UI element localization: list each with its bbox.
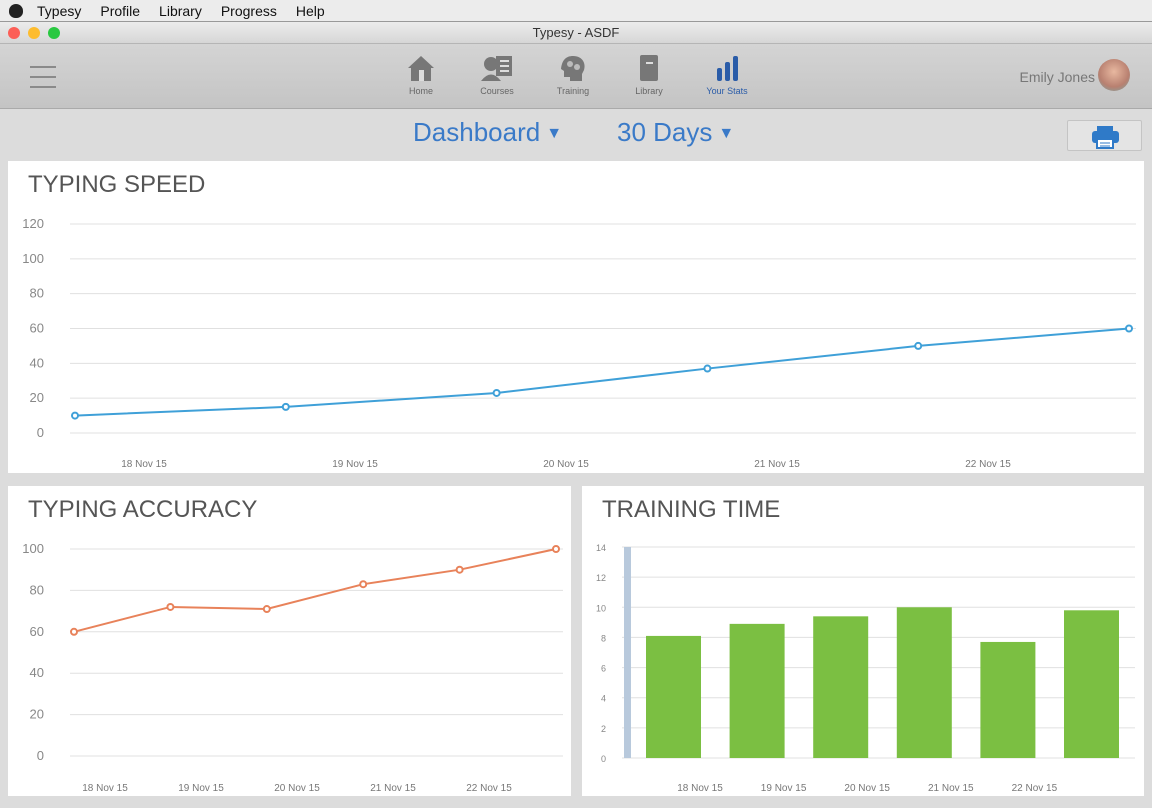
filter-bar: Dashboard ▼ 30 Days ▼ [0, 110, 1152, 156]
y-tick-label: 12 [596, 573, 606, 583]
apple-icon[interactable] [9, 3, 23, 18]
typing-accuracy-panel: TYPING ACCURACY 0 20 40 60 80 100 18 Nov 15 19 … [8, 486, 571, 796]
data-point [914, 341, 923, 350]
typing-accuracy-chart: 0 20 40 60 80 100 18 Nov 15 19 Nov 15 20 Nov 15 2… [22, 541, 563, 794]
x-tick-label: 20 Nov 15 [543, 459, 589, 470]
y-tick-label: 80 [30, 286, 44, 301]
home-icon [408, 56, 434, 81]
caret-down-icon: ▼ [718, 125, 735, 143]
y-tick-label: 100 [22, 251, 44, 266]
menu-bar: Typesy Profile Library Progress Help [0, 0, 1152, 21]
bar [896, 607, 952, 758]
x-tick-label: 21 Nov 15 [370, 783, 416, 794]
menu-profile[interactable]: Profile [100, 3, 140, 19]
x-tick-label: 19 Nov 15 [761, 783, 807, 794]
data-point [455, 565, 464, 574]
nav-your-stats[interactable]: Your Stats [697, 54, 757, 96]
typing-speed-panel: TYPING SPEED 0 20 40 60 80 100 120 18 Nov 15 19 … [8, 161, 1144, 473]
y-tick-label: 80 [30, 582, 44, 597]
bar [1064, 610, 1119, 758]
nav-courses[interactable]: Courses [467, 54, 527, 96]
minimize-button[interactable] [28, 27, 40, 39]
bar [646, 635, 701, 758]
y-tick-label: 14 [596, 543, 606, 553]
y-tick-label: 120 [22, 216, 44, 231]
courses-icon [481, 56, 512, 81]
y-tick-label: 20 [30, 390, 44, 405]
x-tick-label: 21 Nov 15 [928, 783, 974, 794]
y-tick-label: 60 [30, 624, 44, 639]
nav-library[interactable]: Library [619, 54, 679, 96]
y-tick-label: 4 [601, 694, 606, 704]
window-title: Typesy - ASDF [532, 25, 620, 40]
title-bar: Typesy - ASDF [0, 21, 1152, 44]
view-dropdown[interactable]: Dashboard ▼ [413, 117, 562, 148]
x-tick-label: 22 Nov 15 [1012, 783, 1058, 794]
data-point [492, 388, 501, 397]
menu-progress[interactable]: Progress [221, 3, 277, 19]
print-button[interactable] [1067, 120, 1142, 151]
nav-training[interactable]: Training [543, 54, 603, 96]
bar [980, 641, 1036, 758]
data-point [703, 364, 712, 373]
y-tick-label: 2 [601, 724, 606, 734]
printer-icon [1092, 126, 1119, 149]
x-tick-label: 18 Nov 15 [677, 783, 723, 794]
x-tick-label: 21 Nov 15 [754, 459, 800, 470]
nav-home[interactable]: Home [391, 54, 451, 96]
data-point [359, 580, 368, 589]
data-point [262, 605, 271, 614]
book-icon [640, 55, 658, 81]
y-axis-band [624, 547, 631, 758]
y-tick-label: 20 [30, 707, 44, 722]
y-tick-label: 60 [30, 321, 44, 336]
y-tick-label: 0 [601, 754, 606, 764]
x-tick-label: 22 Nov 15 [965, 459, 1011, 470]
y-tick-label: 0 [37, 748, 44, 763]
y-tick-label: 10 [596, 603, 606, 613]
bar [729, 623, 785, 758]
y-tick-label: 6 [601, 664, 606, 674]
menu-help[interactable]: Help [296, 3, 325, 19]
typing-speed-chart: 0 20 40 60 80 100 120 18 Nov 15 19 Nov 15 20 Nov … [22, 216, 1136, 470]
y-tick-label: 0 [37, 425, 44, 440]
data-point [281, 402, 290, 411]
bar [813, 616, 869, 758]
training-time-chart: 0 2 4 6 8 10 12 14 18 Nov 15 19 Nov 15 20 Nov 15 21… [596, 543, 1135, 794]
menu-typesy[interactable]: Typesy [37, 3, 81, 19]
menu-library[interactable]: Library [159, 3, 202, 19]
data-point [1125, 324, 1133, 333]
user-name[interactable]: Emily Jones [1020, 69, 1095, 85]
bar-chart-icon [717, 56, 738, 81]
x-tick-label: 20 Nov 15 [844, 783, 890, 794]
data-point [552, 545, 560, 553]
training-time-panel: TRAINING TIME 0 2 4 6 8 10 12 14 18 Nov 15 19 Nov… [582, 486, 1144, 796]
avatar[interactable] [1098, 59, 1130, 91]
zoom-button[interactable] [48, 27, 60, 39]
x-tick-label: 18 Nov 15 [82, 783, 128, 794]
toolbar: Home Courses Training Library Your Stats… [0, 44, 1152, 109]
y-tick-label: 100 [22, 541, 44, 556]
x-tick-label: 22 Nov 15 [466, 783, 512, 794]
brain-gears-icon [561, 56, 585, 81]
x-tick-label: 19 Nov 15 [178, 783, 224, 794]
x-tick-label: 19 Nov 15 [332, 459, 378, 470]
x-tick-label: 20 Nov 15 [274, 783, 320, 794]
data-point [70, 627, 78, 636]
series-line [74, 327, 1130, 417]
y-tick-label: 40 [30, 665, 44, 680]
y-tick-label: 8 [601, 633, 606, 643]
x-tick-label: 18 Nov 15 [121, 459, 167, 470]
close-button[interactable] [8, 27, 20, 39]
hamburger-menu-icon[interactable] [30, 66, 56, 96]
range-dropdown[interactable]: 30 Days ▼ [617, 117, 734, 148]
data-point [71, 411, 79, 420]
y-tick-label: 40 [30, 355, 44, 370]
caret-down-icon: ▼ [546, 125, 563, 143]
data-point [166, 602, 175, 611]
